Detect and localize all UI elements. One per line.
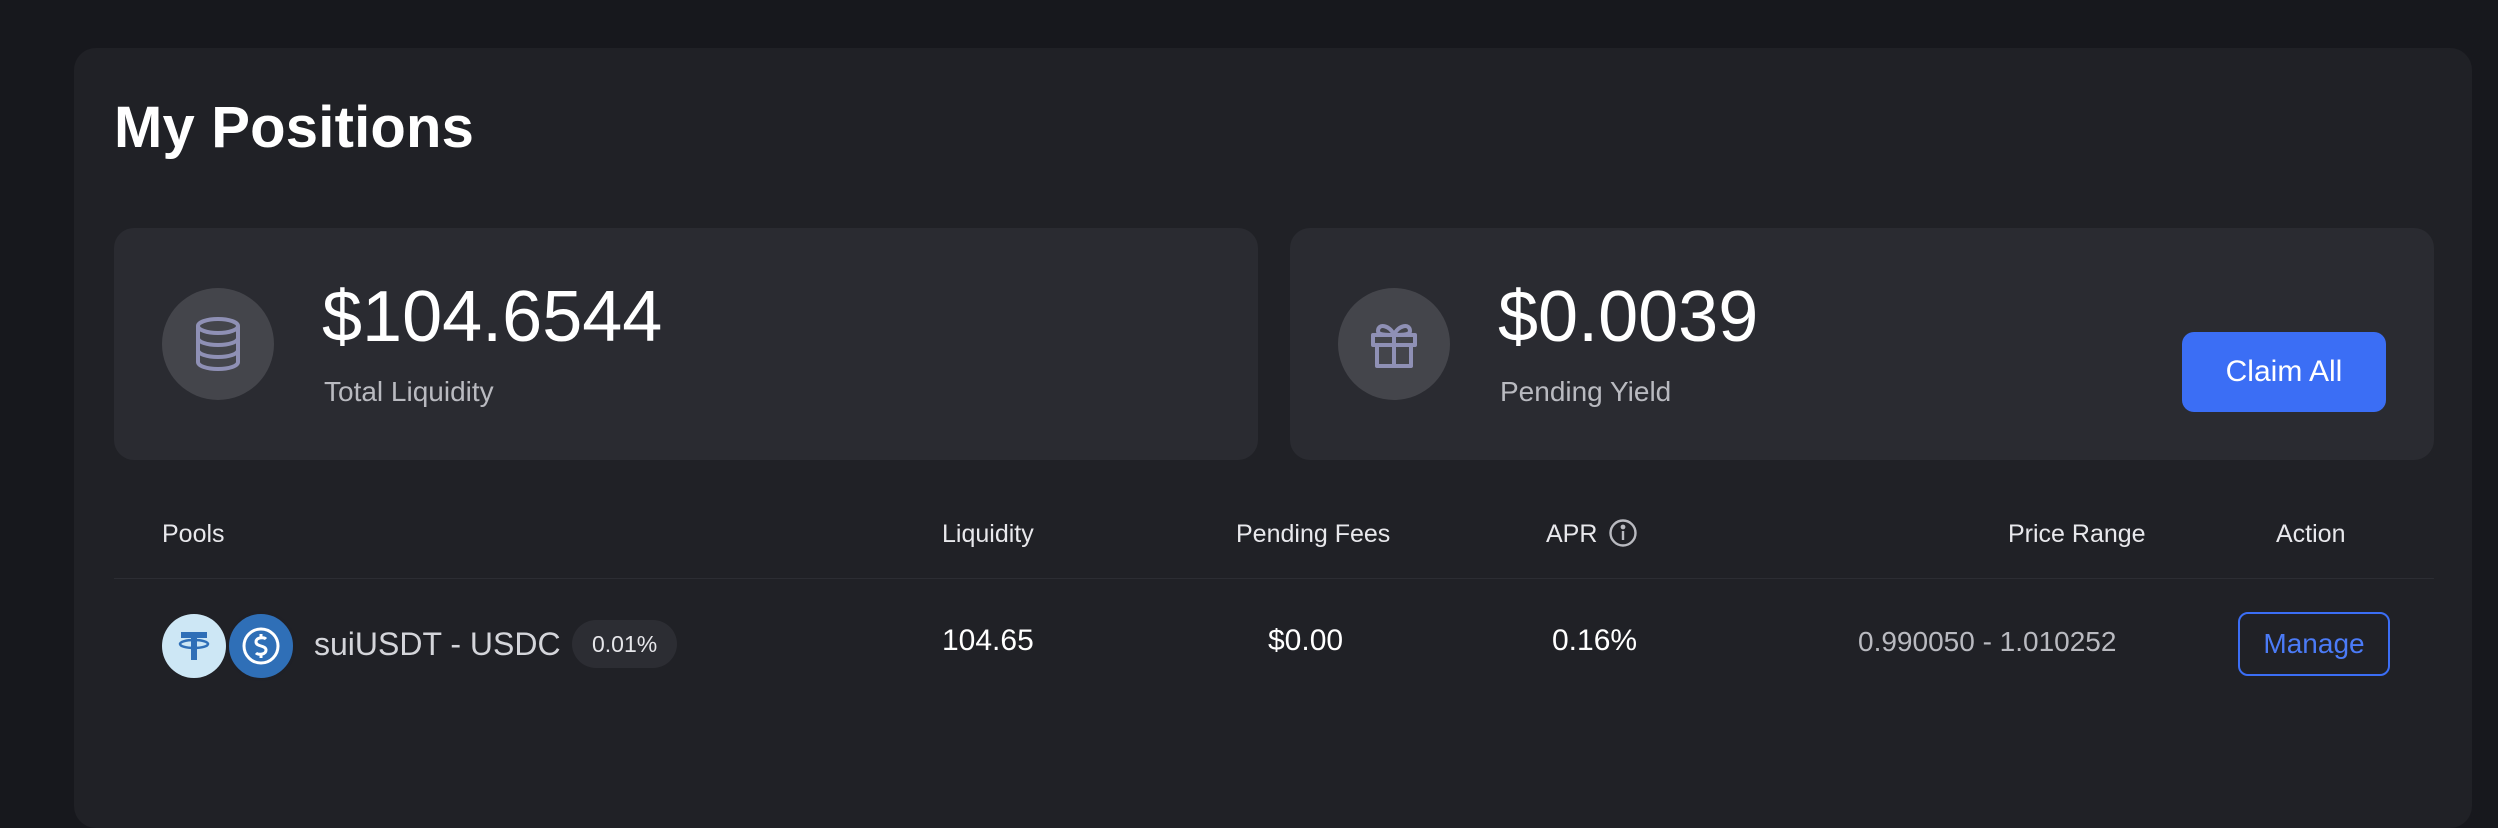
header-action: Action (2276, 520, 2346, 548)
pending-yield-label: Pending Yield (1500, 376, 1672, 407)
claim-all-button[interactable]: Claim All (2182, 332, 2386, 412)
row-apr: 0.16% (1552, 624, 1638, 657)
token-a-symbol: suiUSDT (314, 626, 442, 662)
header-price-range: Price Range (2008, 520, 2146, 548)
pending-yield-value: $0.0039 (1498, 277, 1759, 357)
pair-separator: - (450, 626, 461, 662)
manage-button[interactable]: Manage (2238, 612, 2390, 676)
row-pending-fees: $0.00 (1268, 624, 1344, 657)
positions-panel: My Positions $104.6544 Total Liquidity $… (74, 48, 2472, 828)
database-icon (162, 288, 274, 400)
page-title: My Positions (114, 95, 475, 160)
row-liquidity: 104.65 (942, 624, 1034, 657)
fee-tier-badge: 0.01% (572, 620, 678, 668)
pending-yield-card: $0.0039 Pending Yield Claim All (1290, 228, 2434, 460)
header-apr: APR (1546, 520, 1598, 548)
usdt-token-icon (162, 614, 226, 678)
row-price-range: 0.990050 - 1.010252 (1858, 626, 2117, 657)
total-liquidity-card: $104.6544 Total Liquidity (114, 228, 1258, 460)
usdc-token-icon (226, 611, 296, 681)
total-liquidity-value: $104.6544 (322, 277, 663, 357)
header-liquidity: Liquidity (942, 520, 1034, 548)
token-b-symbol: USDC (469, 626, 561, 662)
total-liquidity-label: Total Liquidity (324, 376, 494, 407)
table-row: suiUSDT - USDC 0.01% 104.65 $0.00 0.16% … (114, 578, 2434, 714)
positions-table-header: Pools Liquidity Pending Fees APR Price R… (114, 496, 2434, 579)
header-pending-fees: Pending Fees (1236, 520, 1391, 548)
gift-icon (1338, 288, 1450, 400)
info-icon[interactable] (1608, 518, 1638, 548)
pool-pair: suiUSDT - USDC (314, 626, 561, 663)
header-pools: Pools (162, 520, 225, 548)
